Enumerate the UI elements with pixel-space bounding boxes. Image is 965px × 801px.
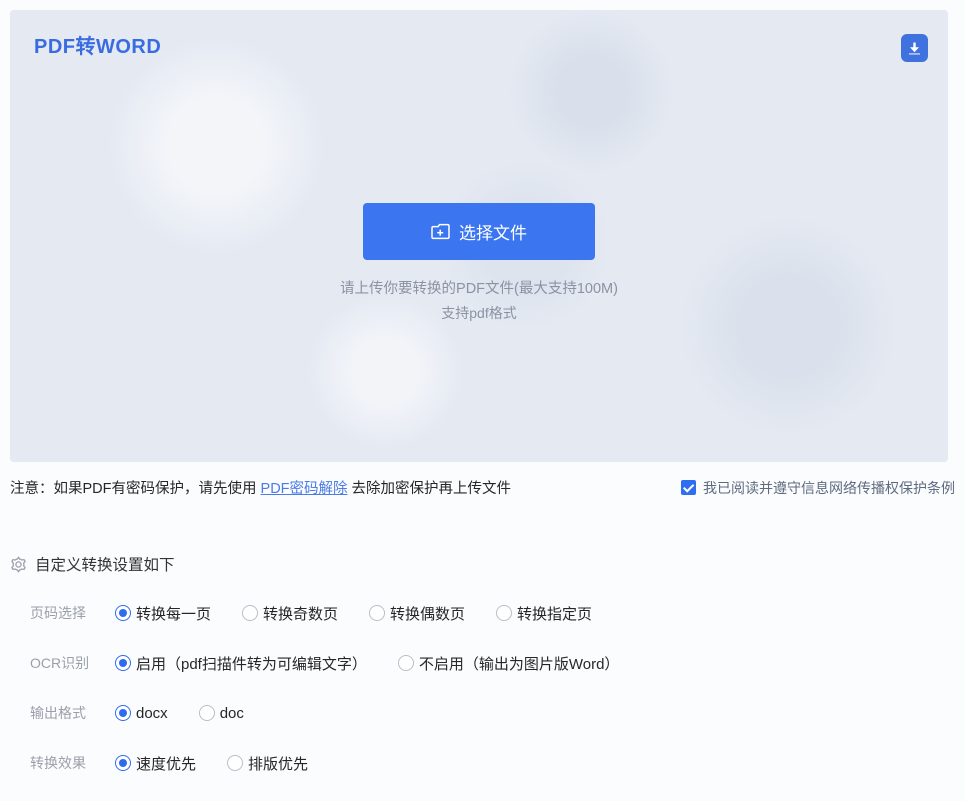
radio-option[interactable]: doc [199, 705, 244, 722]
radio-option-label: 启用（pdf扫描件转为可编辑文字） [136, 653, 367, 674]
pdf-password-remove-link[interactable]: PDF密码解除 [261, 481, 348, 497]
upload-panel: PDF转WORD 选择文件 请上传你要转换的PDF文件(最大支持100M) 支持… [10, 10, 948, 462]
radio-group: 速度优先 排版优先 [115, 753, 308, 774]
radio-option-label: 转换偶数页 [390, 603, 465, 624]
radio-option-label: doc [220, 705, 244, 722]
setting-row-label: 页码选择 [30, 603, 115, 623]
setting-row: 页码选择 转换每一页 转换奇数页 转换偶数页 转换指定页 [0, 601, 965, 625]
setting-row: 输出格式 docx doc [0, 701, 965, 725]
radio-option[interactable]: 转换每一页 [115, 603, 211, 624]
radio-group: docx doc [115, 705, 244, 722]
radio-option[interactable]: docx [115, 705, 168, 722]
notice-suffix: 去除加密保护再上传文件 [348, 481, 512, 497]
radio-option[interactable]: 速度优先 [115, 753, 196, 774]
radio-option-label: 不启用（输出为图片版Word） [419, 653, 620, 674]
radio-option-label: 转换奇数页 [263, 603, 338, 624]
radio-unchecked-icon[interactable] [369, 605, 385, 621]
upload-dropzone: 选择文件 请上传你要转换的PDF文件(最大支持100M) 支持pdf格式 [10, 203, 948, 323]
page-title: PDF转WORD [34, 30, 161, 59]
radio-unchecked-icon[interactable] [199, 705, 215, 721]
radio-option-label: 转换每一页 [136, 603, 211, 624]
agreement-checkbox[interactable] [681, 480, 696, 495]
radio-unchecked-icon[interactable] [242, 605, 258, 621]
radio-option[interactable]: 转换奇数页 [242, 603, 338, 624]
radio-option-label: 转换指定页 [517, 603, 592, 624]
select-file-button[interactable]: 选择文件 [363, 203, 595, 260]
radio-group: 启用（pdf扫描件转为可编辑文字） 不启用（输出为图片版Word） [115, 653, 619, 674]
notice-row: 注意：如果PDF有密码保护，请先使用 PDF密码解除 去除加密保护再上传文件 我… [10, 477, 955, 498]
notice-text: 注意：如果PDF有密码保护，请先使用 PDF密码解除 去除加密保护再上传文件 [10, 477, 511, 498]
setting-row-label: 转换效果 [30, 753, 115, 773]
radio-checked-icon[interactable] [115, 605, 131, 621]
download-icon [907, 41, 922, 56]
settings-header: 自定义转换设置如下 [10, 553, 175, 575]
radio-option-label: docx [136, 705, 168, 722]
radio-option-label: 速度优先 [136, 753, 196, 774]
settings-rows: 页码选择转换每一页转换奇数页转换偶数页转换指定页OCR识别启用（pdf扫描件转为… [0, 601, 965, 801]
radio-group: 转换每一页 转换奇数页 转换偶数页 转换指定页 [115, 603, 592, 624]
radio-option[interactable]: 启用（pdf扫描件转为可编辑文字） [115, 653, 367, 674]
gear-icon [10, 556, 27, 573]
setting-row: OCR识别 启用（pdf扫描件转为可编辑文字） 不启用（输出为图片版Word） [0, 651, 965, 675]
radio-checked-icon[interactable] [115, 755, 131, 771]
select-file-button-label: 选择文件 [459, 219, 527, 244]
upload-hint-line2: 支持pdf格式 [10, 303, 948, 323]
setting-row: 转换效果 速度优先 排版优先 [0, 751, 965, 775]
agreement-label: 我已阅读并遵守信息网络传播权保护条例 [703, 478, 955, 498]
add-file-icon [431, 223, 450, 240]
agreement-row[interactable]: 我已阅读并遵守信息网络传播权保护条例 [681, 478, 955, 498]
radio-option[interactable]: 转换偶数页 [369, 603, 465, 624]
setting-row-label: OCR识别 [30, 653, 115, 673]
radio-checked-icon[interactable] [115, 655, 131, 671]
radio-option[interactable]: 不启用（输出为图片版Word） [398, 653, 620, 674]
setting-row-label: 输出格式 [30, 703, 115, 723]
settings-header-label: 自定义转换设置如下 [35, 553, 175, 575]
radio-checked-icon[interactable] [115, 705, 131, 721]
upload-hint-line1: 请上传你要转换的PDF文件(最大支持100M) [10, 277, 948, 298]
notice-prefix: 注意：如果PDF有密码保护，请先使用 [10, 481, 261, 497]
radio-option[interactable]: 排版优先 [227, 753, 308, 774]
radio-option-label: 排版优先 [248, 753, 308, 774]
radio-option[interactable]: 转换指定页 [496, 603, 592, 624]
radio-unchecked-icon[interactable] [227, 755, 243, 771]
radio-unchecked-icon[interactable] [398, 655, 414, 671]
radio-unchecked-icon[interactable] [496, 605, 512, 621]
download-button[interactable] [901, 34, 928, 62]
